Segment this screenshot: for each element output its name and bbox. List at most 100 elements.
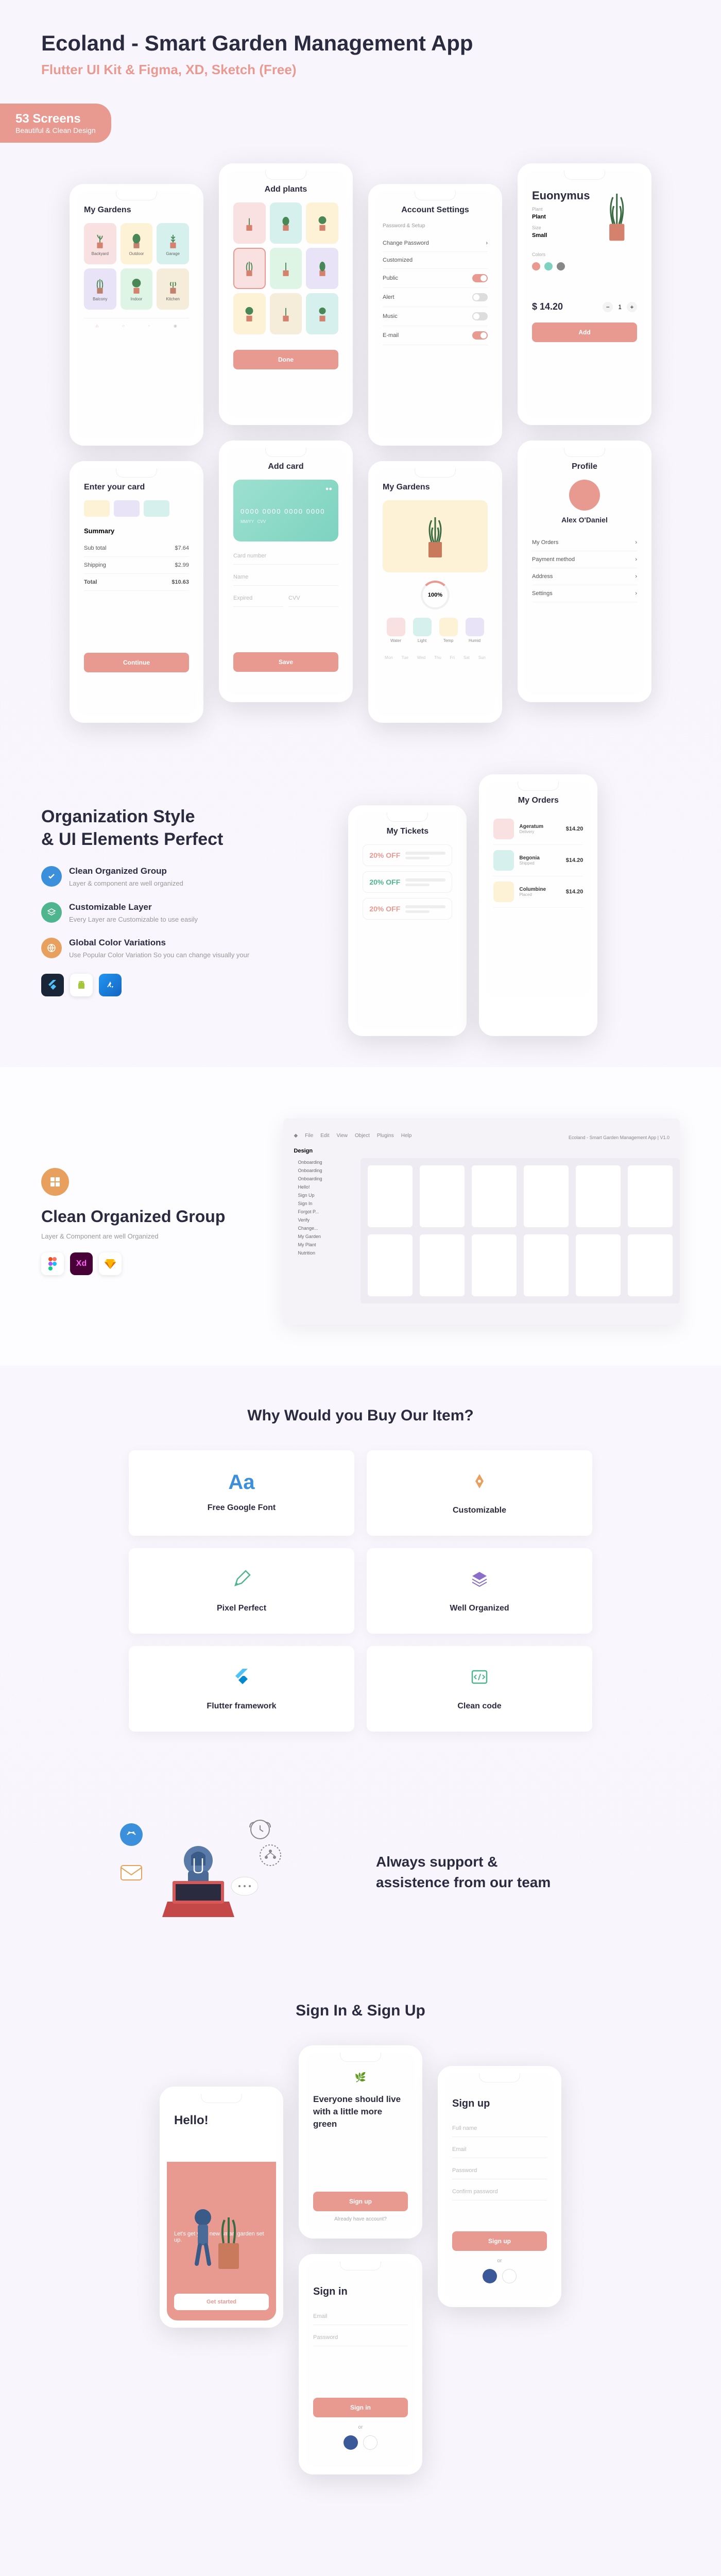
garden-card: Indoor: [121, 268, 153, 310]
phone-hello: Hello! Let's get your new smart garden s…: [160, 2087, 283, 2328]
flutter-icon: [41, 974, 64, 996]
signin-label: Sign in: [313, 2286, 408, 2298]
phone-tickets: My Tickets 20% OFF 20% OFF 20% OFF: [348, 805, 467, 1036]
globe-icon: [41, 938, 62, 958]
toggle-music: [472, 312, 488, 320]
pen-icon: [469, 1471, 490, 1497]
facebook-icon: [344, 2435, 358, 2450]
why-title: Why Would you Buy Our Item?: [52, 1407, 670, 1425]
qty-minus: −: [603, 302, 613, 312]
layers-icon: [41, 902, 62, 923]
font-icon: Aa: [228, 1471, 254, 1494]
screen-title: Account Settings: [401, 206, 469, 215]
phone-nutrition: My Gardens 100% Water Light Temp Humid M…: [368, 461, 502, 723]
signin-button: Sign in: [313, 2398, 408, 2417]
phone-add-card: Add card ●● 0000 0000 0000 0000 MM/YY CV…: [219, 440, 353, 702]
phone-settings: Account Settings Password & Setup Change…: [368, 184, 502, 446]
check-icon: [41, 866, 62, 887]
xd-icon: Xd: [70, 1252, 93, 1275]
appstore-icon: [99, 974, 122, 996]
pencil-icon: [231, 1569, 252, 1595]
badge-sub: Beautiful & Clean Design: [15, 126, 96, 134]
toggle-email: [472, 331, 488, 340]
screen-title: Enter your card: [84, 483, 145, 492]
profile-name: Alex O'Daniel: [532, 516, 637, 524]
organization-section: Organization Style& UI Elements Perfect …: [0, 764, 721, 1067]
product-name: Euonymus: [532, 189, 590, 202]
support-section: Always support &assistence from our team: [0, 1773, 721, 1971]
feature-item: Global Color VariationsUse Popular Color…: [41, 938, 317, 960]
figma-app-window: ◆ File Edit View Object Plugins Help Eco…: [283, 1118, 680, 1325]
nav-profile: ◉: [174, 324, 177, 328]
screens-badge: 53 Screens Beautiful & Clean Design: [0, 104, 111, 143]
support-text: Always support &assistence from our team: [376, 1852, 659, 1892]
figma-logo-icon: [41, 1252, 64, 1275]
why-card-font: AaFree Google Font: [129, 1450, 354, 1536]
figma-desc: Layer & Component are well Organized: [41, 1232, 252, 1240]
hero-title: Ecoland - Smart Garden Management App: [41, 31, 680, 56]
nav-home: ⌂: [96, 324, 98, 328]
screen-title: Profile: [572, 462, 597, 471]
badge-title: 53 Screens: [15, 112, 96, 126]
garden-card: Balcony: [84, 268, 116, 310]
price: $ 14.20: [532, 301, 563, 312]
hero-subtitle: Flutter UI Kit & Figma, XD, Sketch (Free…: [41, 62, 680, 78]
credit-card-visual: ●● 0000 0000 0000 0000 MM/YY CVV: [233, 480, 338, 541]
name-field: Full name: [452, 2120, 547, 2137]
save-card-button: Save: [233, 652, 338, 672]
hello-title: Hello!: [174, 2103, 269, 2138]
qty-plus: +: [627, 302, 637, 312]
why-card-organized: Well Organized: [367, 1548, 592, 1634]
add-cart-button: Add: [532, 323, 637, 342]
phones-showcase: My Gardens Backyard Outdoor Garage Balco…: [0, 163, 721, 764]
signup-button: Sign up: [313, 2192, 408, 2211]
why-card-flutter: Flutter framework: [129, 1646, 354, 1732]
google-icon: [363, 2435, 377, 2450]
screen-title: My Gardens: [84, 206, 131, 215]
color-option: [544, 262, 553, 270]
feature-item: Customizable LayerEvery Layer are Custom…: [41, 902, 317, 925]
why-section: Why Would you Buy Our Item? AaFree Googl…: [0, 1366, 721, 1773]
toggle-public: [472, 274, 488, 282]
screen-title: Add card: [268, 462, 303, 471]
garden-card: Kitchen: [157, 268, 189, 310]
google-icon: [502, 2269, 517, 2283]
color-option: [557, 262, 565, 270]
phone-onboard: 🌿 Everyone should live with a little mor…: [299, 2045, 422, 2239]
add-button: Done: [233, 350, 338, 369]
signin-section: Sign In & Sign Up Hello! Let's get your …: [0, 1971, 721, 2526]
continue-button: Continue: [84, 653, 189, 672]
nav-search: ○: [122, 324, 125, 328]
avatar: [569, 480, 600, 511]
email-field: Email: [313, 2308, 408, 2325]
signup-label: Sign up: [452, 2098, 547, 2110]
screen-title: My Gardens: [383, 483, 430, 492]
org-title: Organization Style& UI Elements Perfect: [41, 805, 317, 851]
phone-summary: Enter your card Summary Sub total$7.64 S…: [70, 461, 203, 723]
group-icon: [41, 1168, 69, 1196]
figma-canvas: [360, 1158, 680, 1303]
onboard-title: Everyone should live with a little more …: [313, 2093, 408, 2130]
phone-orders: My Orders AgeratumDelivery$14.20 Begonia…: [479, 774, 597, 1036]
feature-item: Clean Organized GroupLayer & component a…: [41, 866, 317, 889]
phone-profile: Profile Alex O'Daniel My Orders› Payment…: [518, 440, 651, 702]
signin-title: Sign In & Sign Up: [41, 2002, 680, 2020]
garden-card: Garage: [157, 223, 189, 264]
why-card-code: Clean code: [367, 1646, 592, 1732]
figma-section: Clean Organized Group Layer & Component …: [0, 1067, 721, 1366]
confirm-field: Confirm password: [452, 2183, 547, 2200]
password-field: Password: [313, 2329, 408, 2346]
signup-submit-button: Sign up: [452, 2231, 547, 2251]
garden-card: Outdoor: [121, 223, 153, 264]
support-illustration: [62, 1804, 345, 1940]
figma-layers-panel: Onboarding Onboarding Onboarding Hello! …: [294, 1158, 350, 1303]
email-field: Email: [452, 2141, 547, 2158]
flutter-icon: [231, 1667, 252, 1692]
phone-my-gardens: My Gardens Backyard Outdoor Garage Balco…: [70, 184, 203, 446]
figma-title: Clean Organized Group: [41, 1206, 252, 1228]
why-card-custom: Customizable: [367, 1450, 592, 1536]
hero-section: Ecoland - Smart Garden Management App Fl…: [0, 0, 721, 163]
phone-product: Euonymus Plant Plant Size Small Colors $…: [518, 163, 651, 425]
stack-icon: [469, 1569, 490, 1595]
nav-cart: ▫: [148, 324, 150, 328]
